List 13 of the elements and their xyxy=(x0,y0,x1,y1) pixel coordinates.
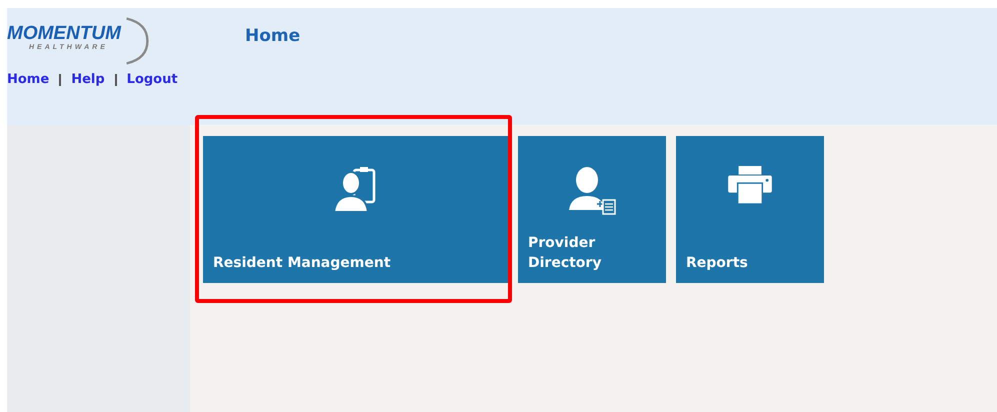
menu-tile[interactable]: Provider Directory xyxy=(518,136,666,283)
person-register-icon xyxy=(567,166,617,216)
menu-tile[interactable]: Resident Management xyxy=(203,136,508,283)
person-clipboard-icon xyxy=(334,166,378,212)
nav-link[interactable]: Logout xyxy=(126,72,178,87)
tile-label: Reports xyxy=(686,254,749,273)
nav-link[interactable]: Help xyxy=(71,72,105,87)
printer-icon xyxy=(726,166,774,204)
tile-label: Provider Directory xyxy=(528,234,602,273)
tile-label: Resident Management xyxy=(213,254,392,273)
nav-link[interactable]: Home xyxy=(7,72,50,87)
menu-tile[interactable]: Reports xyxy=(676,136,824,283)
page-title: Home xyxy=(245,26,300,46)
